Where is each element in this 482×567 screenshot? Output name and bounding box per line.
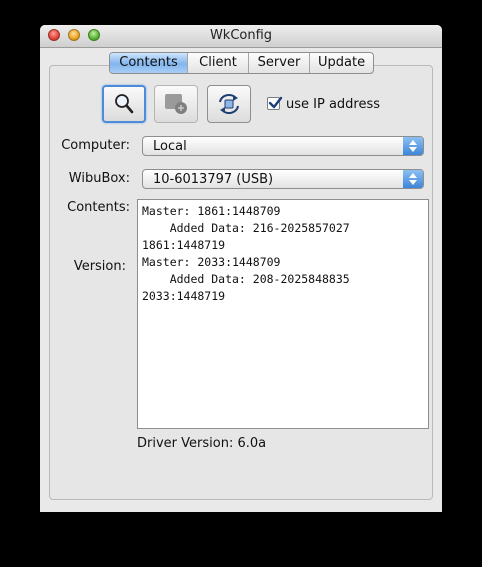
contents-label: Contents: (67, 200, 130, 215)
contents-line: Master: 1861:1448709 (142, 204, 281, 218)
use-ip-checkbox[interactable] (267, 96, 283, 110)
contents-line: Added Data: 216-2025857027 (142, 221, 350, 235)
wibubox-label: WibuBox: (68, 171, 130, 186)
contents-line: 1861:1448719 (142, 238, 226, 252)
contents-line: Master: 2033:1448709 (142, 255, 281, 269)
title-bar[interactable]: WkConfig (40, 25, 442, 48)
add-box-icon (165, 94, 187, 114)
tab-bar: Contents Client Server Update (109, 52, 374, 74)
search-button[interactable] (102, 85, 146, 123)
checkmark-icon (268, 96, 283, 109)
refresh-icon (219, 94, 239, 114)
add-box-button[interactable] (154, 85, 198, 123)
contents-textarea[interactable]: Master: 1861:1448709 Added Data: 216-202… (137, 199, 429, 429)
version-label: Version: (73, 259, 126, 274)
driver-version-value: 6.0a (237, 436, 267, 451)
contents-line: Added Data: 208-2025848835 (142, 272, 350, 286)
tab-server[interactable]: Server (249, 53, 310, 73)
refresh-button[interactable] (207, 85, 251, 123)
wibubox-select[interactable]: 10-6013797 (USB) (142, 169, 424, 189)
wkconfig-window: WkConfig Contents Client Server Update u… (40, 25, 442, 512)
window-title: WkConfig (209, 28, 273, 43)
computer-select-value: Local (153, 139, 187, 154)
driver-version: Driver Version: 6.0a (137, 436, 266, 451)
computer-label: Computer: (61, 138, 130, 153)
select-arrows-icon (403, 170, 423, 188)
contents-line: 2033:1448719 (142, 289, 226, 303)
use-ip-label: use IP address (286, 97, 381, 112)
driver-version-label: Driver Version: (137, 436, 234, 451)
computer-select[interactable]: Local (142, 136, 424, 156)
tab-update[interactable]: Update (310, 53, 373, 73)
select-arrows-icon (403, 137, 423, 155)
magnifier-icon (115, 94, 134, 114)
wibubox-select-value: 10-6013797 (USB) (153, 172, 274, 187)
tab-client[interactable]: Client (188, 53, 249, 73)
tab-contents[interactable]: Contents (110, 53, 188, 73)
